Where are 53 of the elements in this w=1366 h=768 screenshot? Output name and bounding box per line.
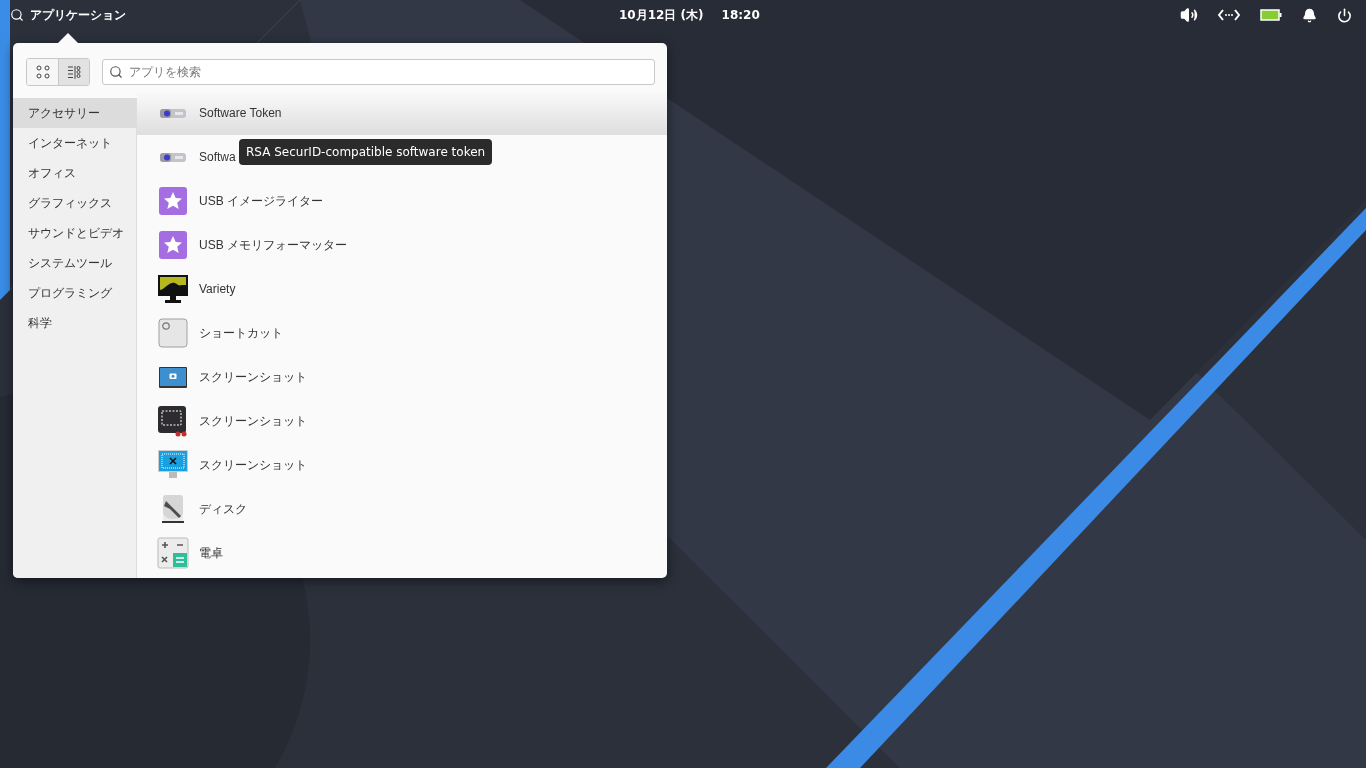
usb-token-icon: [160, 151, 186, 163]
notification-bell-icon[interactable]: [1302, 7, 1317, 23]
applications-menu-button[interactable]: アプリケーション: [10, 6, 126, 24]
app-item[interactable]: スクリーンショット: [137, 399, 309, 443]
category-view-button[interactable]: [58, 59, 89, 85]
app-name: USB イメージライター: [199, 192, 323, 210]
app-item[interactable]: Variety: [137, 267, 238, 311]
list-icon: [67, 65, 81, 79]
monitor-scissors-icon: [157, 449, 189, 481]
grid-view-button[interactable]: [27, 59, 58, 85]
battery-icon[interactable]: [1260, 9, 1282, 21]
app-name: Software Token: [199, 106, 282, 120]
clock-label[interactable]: 18:20: [721, 8, 760, 22]
grid-icon: [35, 65, 50, 79]
usb-token-icon: [160, 107, 186, 119]
app-item[interactable]: 電卓: [137, 531, 225, 575]
app-name: スクリーンショット: [199, 412, 307, 430]
screenshot-crop-icon: [157, 405, 189, 437]
app-item[interactable]: ディスク: [137, 487, 249, 531]
calculator-icon: [157, 537, 189, 569]
app-name: スクリーンショット: [199, 368, 307, 386]
app-name: ショートカット: [199, 324, 283, 342]
search-field[interactable]: アプリを検索: [102, 59, 655, 85]
app-name: ディスク: [199, 500, 247, 518]
search-icon: [109, 65, 123, 79]
app-name: USB メモリフォーマッター: [199, 236, 347, 254]
app-item[interactable]: Software Token: [137, 91, 667, 135]
date-label[interactable]: 10月12日 (木): [619, 6, 704, 24]
category-item[interactable]: グラフィックス: [13, 188, 136, 218]
app-name: Variety: [199, 282, 236, 296]
monitor-icon: [157, 273, 189, 305]
category-item[interactable]: 科学: [13, 308, 136, 338]
category-item[interactable]: インターネット: [13, 128, 136, 158]
category-item[interactable]: システムツール: [13, 248, 136, 278]
category-item[interactable]: オフィス: [13, 158, 136, 188]
category-item[interactable]: アクセサリー: [13, 98, 136, 128]
category-item[interactable]: プログラミング: [13, 278, 136, 308]
category-item[interactable]: サウンドとビデオ: [13, 218, 136, 248]
network-icon[interactable]: [1218, 9, 1240, 21]
app-name: Softwa: [199, 150, 236, 164]
app-item[interactable]: スクリーンショット: [137, 355, 309, 399]
app-item[interactable]: スクリーンショット: [137, 443, 309, 487]
volume-icon[interactable]: [1180, 6, 1198, 24]
power-icon[interactable]: [1337, 7, 1352, 23]
tooltip: RSA SecurID-compatible software token: [239, 139, 493, 165]
app-name: 電卓: [199, 544, 223, 562]
app-name: スクリーンショット: [199, 456, 307, 474]
app-item[interactable]: USB イメージライター: [137, 179, 325, 223]
app-item[interactable]: USB メモリフォーマッター: [137, 223, 349, 267]
keyboard-key-icon: [157, 317, 189, 349]
app-item[interactable]: ショートカット: [137, 311, 285, 355]
app-item[interactable]: Softwa: [137, 135, 238, 179]
search-icon: [10, 8, 24, 22]
